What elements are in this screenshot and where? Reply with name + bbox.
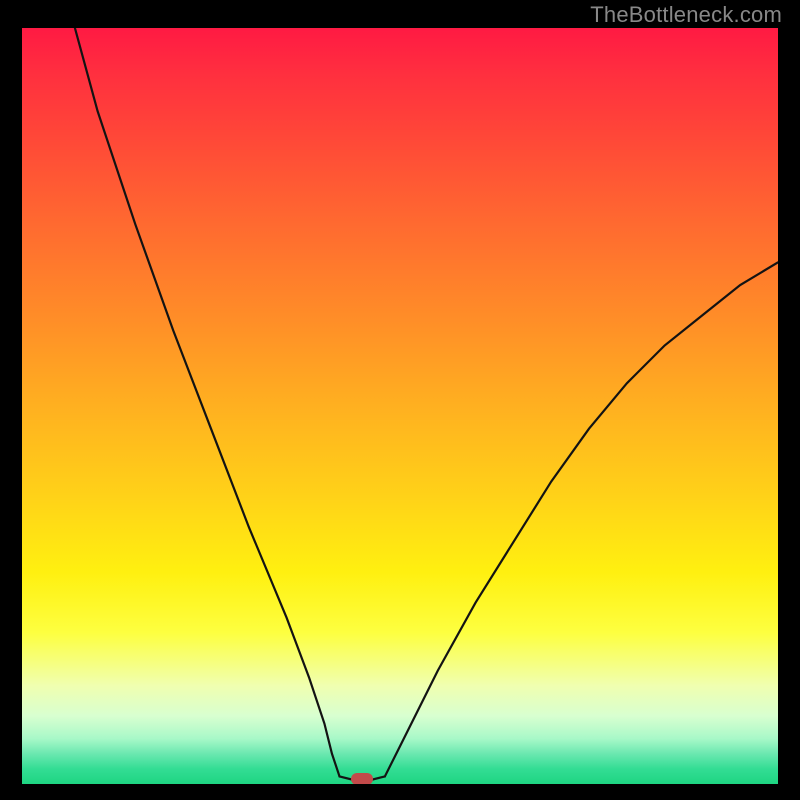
chart-stage: TheBottleneck.com — [0, 0, 800, 800]
plot-area — [22, 28, 778, 784]
curve-left-branch — [75, 28, 340, 776]
watermark-text: TheBottleneck.com — [590, 2, 782, 28]
bottleneck-marker — [351, 773, 373, 784]
curve-right-branch — [385, 262, 778, 776]
bottleneck-curve — [22, 28, 778, 784]
